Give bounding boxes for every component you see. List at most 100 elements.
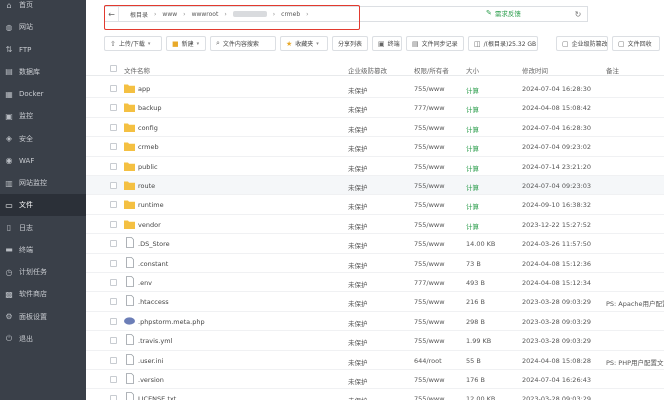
- sidebar-item-10[interactable]: ▯ 日志: [0, 217, 86, 239]
- row-checkbox[interactable]: [110, 162, 117, 170]
- row-checkbox[interactable]: [110, 395, 117, 400]
- protect-status[interactable]: 未保护: [348, 357, 368, 367]
- table-row[interactable]: vendor 未保护 755/www 计算 2023-12-22 15:27:52: [86, 215, 664, 235]
- file-name[interactable]: .version: [138, 376, 164, 384]
- row-checkbox[interactable]: [110, 337, 117, 345]
- file-name[interactable]: .phpstorm.meta.php: [138, 318, 205, 326]
- file-size[interactable]: 计算: [466, 201, 479, 211]
- row-checkbox[interactable]: [110, 279, 117, 286]
- permission[interactable]: 755/www: [414, 85, 445, 93]
- enterprise-protect-button[interactable]: ▢ 企业级防篡改: [556, 36, 608, 51]
- content-search-button[interactable]: ⌕ 文件内容搜索: [210, 36, 276, 51]
- sidebar-item-14[interactable]: ⚙ 面板设置: [0, 306, 86, 328]
- file-name[interactable]: app: [138, 85, 150, 93]
- protect-status[interactable]: 未保护: [348, 221, 368, 231]
- permission[interactable]: 777/www: [414, 279, 445, 287]
- favorites-button[interactable]: ★ 收藏夹 ▾: [280, 36, 328, 51]
- sidebar-item-0[interactable]: ⌂ 首页: [0, 0, 86, 16]
- permission[interactable]: 755/www: [414, 337, 445, 345]
- file-size[interactable]: 计算: [466, 124, 479, 134]
- protect-status[interactable]: 未保护: [348, 376, 368, 386]
- sidebar-item-7[interactable]: ◉ WAF: [0, 150, 86, 172]
- protect-status[interactable]: 未保护: [348, 143, 368, 153]
- table-row[interactable]: backup 未保护 777/www 计算 2024-04-08 15:08:42: [86, 98, 664, 118]
- sidebar-item-9[interactable]: ▭ 文件: [0, 194, 86, 217]
- permission[interactable]: 755/www: [414, 163, 445, 171]
- file-name[interactable]: backup: [138, 104, 162, 112]
- file-sync-button[interactable]: ▤ 文件同步记录: [406, 36, 464, 51]
- row-checkbox[interactable]: [110, 220, 117, 228]
- table-row[interactable]: .constant 未保护 755/www 73 B 2024-04-08 15:12:…: [86, 254, 664, 273]
- permission[interactable]: 755/www: [414, 182, 445, 190]
- recycle-bin-button[interactable]: ▢ 文件回收: [612, 36, 660, 51]
- file-name[interactable]: .DS_Store: [138, 240, 170, 248]
- file-name[interactable]: .travis.yml: [138, 337, 172, 345]
- table-row[interactable]: runtime 未保护 755/www 计算 2024-09-10 16:38:32: [86, 195, 664, 215]
- table-row[interactable]: route 未保护 755/www 计算 2024-07-04 09:23:03: [86, 176, 664, 196]
- protect-status[interactable]: 未保护: [348, 124, 368, 134]
- table-row[interactable]: LICENSE.txt 未保护 755/www 12.00 KB 2023-03-28 …: [86, 389, 664, 400]
- select-all-checkbox[interactable]: [110, 65, 117, 72]
- row-checkbox[interactable]: [110, 182, 117, 189]
- share-list-button[interactable]: 分享列表: [332, 36, 368, 51]
- row-checkbox[interactable]: [110, 376, 117, 383]
- feedback-link[interactable]: ✎ 需求反馈: [486, 8, 521, 18]
- file-name[interactable]: .constant: [138, 260, 168, 268]
- sidebar-item-13[interactable]: ▩ 软件商店: [0, 283, 86, 305]
- col-size[interactable]: 大小: [466, 65, 479, 75]
- file-name[interactable]: public: [138, 163, 158, 171]
- table-row[interactable]: .travis.yml 未保护 755/www 1.99 KB 2023-03-28 0…: [86, 331, 664, 351]
- file-size[interactable]: 计算: [466, 182, 479, 192]
- table-row[interactable]: .user.ini 未保护 644/root 55 B 2024-04-08 15:08…: [86, 351, 664, 370]
- protect-status[interactable]: 未保护: [348, 182, 368, 192]
- sidebar-item-8[interactable]: ▥ 网站监控: [0, 172, 86, 194]
- file-name[interactable]: .user.ini: [138, 357, 163, 365]
- table-row[interactable]: public 未保护 755/www 计算 2024-07-14 23:21:20: [86, 157, 664, 176]
- row-checkbox[interactable]: [110, 240, 117, 248]
- sidebar-item-6[interactable]: ◈ 安全: [0, 128, 86, 150]
- protect-status[interactable]: 未保护: [348, 85, 368, 95]
- row-checkbox[interactable]: [110, 259, 117, 267]
- file-name[interactable]: LICENSE.txt: [138, 395, 176, 400]
- permission[interactable]: 755/www: [414, 221, 445, 229]
- permission[interactable]: 755/www: [414, 124, 445, 132]
- file-size[interactable]: 计算: [466, 143, 479, 153]
- row-checkbox[interactable]: [110, 356, 117, 364]
- table-row[interactable]: .htaccess 未保护 755/www 216 B 2023-03-28 09:03…: [86, 292, 664, 312]
- table-row[interactable]: .env 未保护 777/www 493 B 2024-04-08 15:12:34: [86, 273, 664, 293]
- file-name[interactable]: config: [138, 124, 158, 132]
- protect-status[interactable]: 未保护: [348, 260, 368, 270]
- table-row[interactable]: app 未保护 755/www 计算 2024-07-04 16:28:30: [86, 79, 664, 99]
- sidebar-item-4[interactable]: ▦ Docker: [0, 83, 86, 105]
- file-name[interactable]: runtime: [138, 201, 164, 209]
- table-row[interactable]: config 未保护 755/www 计算 2024-07-04 16:28:30: [86, 118, 664, 138]
- sidebar-item-11[interactable]: ▬ 终端: [0, 239, 86, 261]
- file-note[interactable]: PS: Apache用户配置: [606, 298, 664, 308]
- table-row[interactable]: .phpstorm.meta.php 未保护 755/www 298 B 2023-03…: [86, 312, 664, 332]
- file-name[interactable]: crmeb: [138, 143, 159, 151]
- row-checkbox[interactable]: [110, 123, 117, 131]
- permission[interactable]: 755/www: [414, 143, 445, 151]
- permission[interactable]: 755/www: [414, 395, 445, 400]
- permission[interactable]: 644/root: [414, 357, 442, 365]
- sidebar-item-5[interactable]: ▣ 监控: [0, 105, 86, 127]
- terminal-button[interactable]: ▣ 终端: [372, 36, 402, 51]
- table-row[interactable]: crmeb 未保护 755/www 计算 2024-07-04 09:23:02: [86, 137, 664, 157]
- permission[interactable]: 755/www: [414, 298, 445, 306]
- protect-status[interactable]: 未保护: [348, 163, 368, 173]
- disk-button[interactable]: ◫ /(根目录)25.32 GB: [468, 36, 538, 51]
- file-name[interactable]: vendor: [138, 221, 161, 229]
- protect-status[interactable]: 未保护: [348, 337, 368, 347]
- permission[interactable]: 755/www: [414, 318, 445, 326]
- row-checkbox[interactable]: [110, 143, 117, 151]
- protect-status[interactable]: 未保护: [348, 395, 368, 400]
- row-checkbox[interactable]: [110, 104, 117, 112]
- row-checkbox[interactable]: [110, 85, 117, 92]
- permission[interactable]: 755/www: [414, 240, 445, 248]
- table-row[interactable]: .DS_Store 未保护 755/www 14.00 KB 2024-03-26 11…: [86, 234, 664, 254]
- sidebar-item-2[interactable]: ⇅ FTP: [0, 39, 86, 61]
- col-name[interactable]: 文件名称: [124, 65, 150, 75]
- file-name[interactable]: .htaccess: [138, 298, 169, 306]
- col-mtime[interactable]: 修改时间: [522, 65, 548, 75]
- permission[interactable]: 777/www: [414, 104, 445, 112]
